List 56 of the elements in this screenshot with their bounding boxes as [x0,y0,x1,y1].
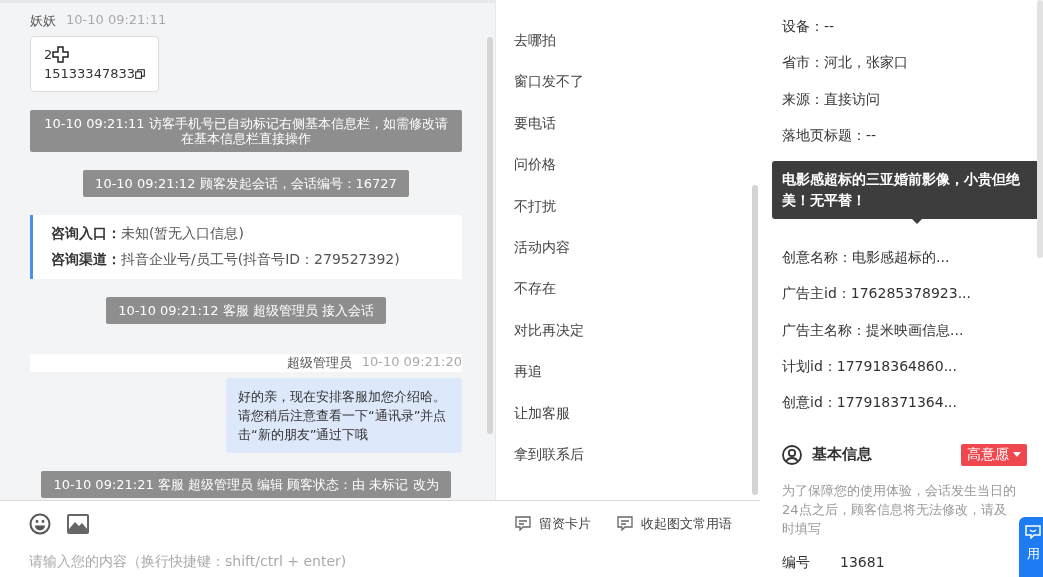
scrollbar[interactable] [1037,0,1043,258]
phrase-item[interactable]: 再追 [514,351,760,393]
phrase-item[interactable]: 活动内容 [514,226,760,269]
info-label: 咨询渠道： [51,251,121,267]
system-message: 10-10 09:21:12 客服 超级管理员 接入会话 [106,297,386,324]
intent-dropdown[interactable]: 高意愿 [961,443,1027,466]
section-title: 基本信息 [812,445,872,465]
info-value: 抖音企业号/员工号(抖音号ID：279527392) [121,251,400,267]
field-text: 广告主名称：提米映画信息... [782,320,965,340]
field-text: 来源：直接访问 [782,89,881,109]
scrollbar[interactable] [487,37,493,434]
field-value: 13681 [840,553,885,572]
notice-text: 为了保障您的使用体验，会话发生当日的24点之后，顾客信息将无法修改，请及时填写 [782,481,1017,538]
field-text: 设备：-- [782,17,836,36]
message-icon [617,516,633,531]
field-text: 落地页标题：-- [782,125,878,145]
phrase-item[interactable]: 要电话 [514,102,760,145]
toolbar-button[interactable]: 留资卡片 [515,514,591,533]
system-message: 10-10 09:21:11 访客手机号已自动标记右侧基本信息栏，如需修改请在基本信息栏直接操作 [30,110,462,152]
message-bubble: 好的亲，现在安排客服加您介绍哈。请您稍后注意查看一下“通讯录”并点击“新的朋友”通过下哦 [226,378,462,453]
field-text: 省市：河北，张家口 [782,53,909,73]
copy-icon[interactable] [135,66,145,81]
system-message: 10-10 09:21:21 客服 超级管理员 编辑 顾客状态：由 未标记 改为 [41,471,451,498]
message-time: 10-10 09:21:20 [361,354,462,371]
caret-icon [1013,452,1021,458]
message-text: 15133347833 [44,66,135,81]
field-text: 创意id：177918371364... [782,393,958,413]
field-text: 广告主id：176285378923... [782,284,972,304]
image-icon[interactable] [67,513,89,534]
info-label: 咨询入口： [51,225,121,241]
phrase-item[interactable]: 不打扰 [514,185,760,227]
sender-name: 超级管理员 [286,354,352,372]
emoji-icon[interactable] [29,512,51,535]
field-label: 编号 [782,553,811,572]
message-icon [515,516,531,531]
scrollbar[interactable] [752,185,758,495]
system-message: 10-10 09:21:12 顾客发起会话，会话编号：16727 [83,170,409,197]
phrase-item[interactable]: 去哪拍 [514,20,760,62]
field-text: 创意名称：电影感超标的... [782,248,951,268]
phrase-item[interactable]: 问价格 [514,144,760,186]
phrase-item[interactable]: 让加客服 [514,392,760,434]
info-value: 未知(暂无入口信息) [121,225,244,241]
plus-icon [52,46,70,63]
field-text: 计划id：177918364860... [782,357,958,377]
phrase-item[interactable]: 对比再决定 [514,309,760,352]
user-icon [782,444,802,465]
message-input[interactable]: 请输入您的内容（换行快捷键：shift/ctrl + enter) [0,553,760,569]
sender-name: 妖妖 [30,12,56,30]
help-button[interactable]: 用 [1019,517,1043,577]
toolbar-button[interactable]: 收起图文常用语 [617,514,732,533]
message-time: 10-10 09:21:11 [66,12,167,29]
chat-icon [1025,525,1041,539]
phrase-item[interactable]: 拿到联系后 [514,433,760,476]
phrase-item[interactable]: 窗口发不了 [514,61,760,103]
message-text: 2 [44,47,53,62]
phrase-item[interactable]: 不存在 [514,268,760,310]
